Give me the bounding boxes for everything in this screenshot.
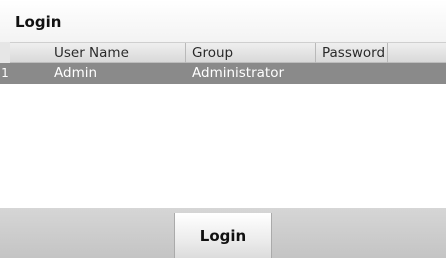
table-row[interactable]: 1 Admin Administrator xyxy=(0,63,446,84)
row-header-corner xyxy=(0,42,10,63)
cell-group[interactable]: Administrator xyxy=(186,63,316,84)
column-header-user-name[interactable]: User Name xyxy=(48,43,186,63)
login-button[interactable]: Login xyxy=(174,213,272,258)
column-header-password[interactable]: Password xyxy=(316,43,388,63)
cell-user-name[interactable]: Admin xyxy=(48,63,186,84)
row-index: 1 xyxy=(0,63,10,84)
dialog-title: Login xyxy=(15,13,62,31)
dialog-title-bar: Login xyxy=(0,0,446,42)
column-header-group[interactable]: Group xyxy=(186,43,316,63)
table-header: User Name Group Password xyxy=(10,42,446,63)
cell-password[interactable] xyxy=(316,63,388,84)
table-body-empty-area xyxy=(0,84,446,208)
